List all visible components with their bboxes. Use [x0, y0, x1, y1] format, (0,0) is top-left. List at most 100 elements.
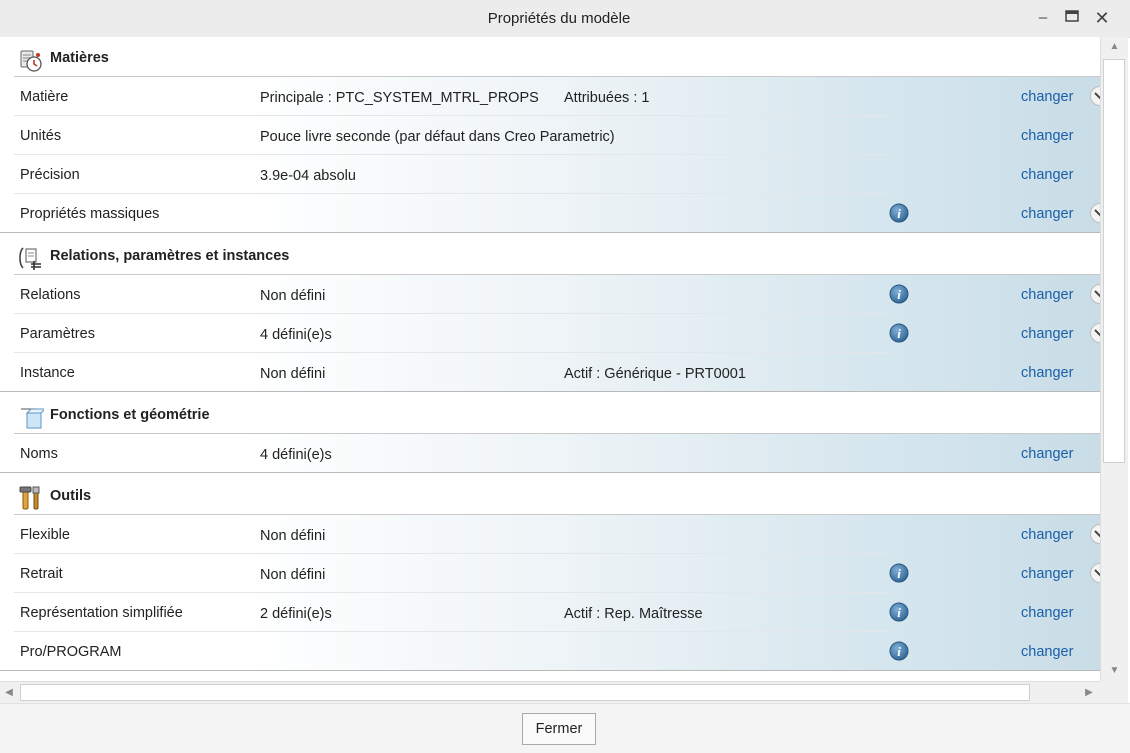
scroll-right-icon[interactable]: ▶ — [1078, 682, 1100, 703]
property-row-flexible: Flexible Non défini changer — [0, 515, 1100, 554]
property-extra: Attribuées : 1 — [564, 90, 650, 106]
change-link[interactable]: changer — [1021, 128, 1073, 144]
section-header-matieres: Matières — [0, 37, 1100, 77]
svg-text:i: i — [897, 644, 901, 659]
section-title: Outils — [50, 488, 92, 504]
scroll-down-icon[interactable]: ▼ — [1101, 661, 1128, 681]
svg-text:i: i — [897, 206, 901, 221]
change-link[interactable]: changer — [1021, 566, 1073, 582]
property-label: Précision — [20, 167, 80, 183]
info-icon[interactable]: i — [889, 602, 909, 622]
property-label: Retrait — [20, 566, 63, 582]
property-row-proprietes-massiques: Propriétés massiques i changer — [0, 194, 1100, 233]
section-title: Relations, paramètres et instances — [50, 248, 290, 264]
row-divider — [0, 391, 1100, 392]
scroll-left-icon[interactable]: ◀ — [0, 682, 18, 703]
close-button[interactable]: Fermer — [522, 713, 596, 745]
properties-list: Matières Matière Principale : PTC_SYSTEM_M… — [0, 37, 1100, 681]
row-divider — [0, 670, 1100, 671]
section-title: Fonctions et géométrie — [50, 407, 210, 423]
relations-icon — [18, 245, 44, 271]
property-label: Propriétés massiques — [20, 206, 160, 222]
change-link[interactable]: changer — [1021, 287, 1073, 303]
svg-text:i: i — [897, 326, 901, 341]
property-label: Représentation simplifiée — [20, 605, 183, 621]
chevron-down-icon[interactable] — [1090, 284, 1100, 304]
property-row-parametres: Paramètres 4 défini(e)s i changer — [0, 314, 1100, 353]
property-value: Non défini — [260, 528, 326, 544]
property-row-instance: Instance Non défini Actif : Générique - PR… — [0, 353, 1100, 392]
vertical-scroll-thumb[interactable] — [1103, 59, 1125, 463]
section-header-relations-parametres-et-instances: Relations, paramètres et instances — [0, 235, 1100, 275]
scroll-up-icon[interactable]: ▲ — [1101, 37, 1128, 57]
chevron-down-icon[interactable] — [1090, 323, 1100, 343]
property-value: 4 défini(e)s — [260, 327, 332, 343]
property-label: Pro/PROGRAM — [20, 644, 122, 660]
property-value: 2 défini(e)s — [260, 606, 332, 622]
property-label: Matière — [20, 89, 69, 105]
info-icon[interactable]: i — [889, 284, 909, 304]
section-header-fonctions-et-geometrie: Fonctions et géométrie — [0, 394, 1100, 434]
property-label: Flexible — [20, 527, 70, 543]
change-link[interactable]: changer — [1021, 644, 1073, 660]
change-link[interactable]: changer — [1021, 89, 1073, 105]
property-row-noms: Noms 4 défini(e)s changer — [0, 434, 1100, 473]
change-link[interactable]: changer — [1021, 605, 1073, 621]
property-label: Relations — [20, 287, 81, 303]
section-header-outils: Outils — [0, 475, 1100, 515]
property-value: Non défini — [260, 567, 326, 583]
change-link[interactable]: changer — [1021, 365, 1073, 381]
close-icon[interactable]: ✕ — [1093, 9, 1111, 27]
property-row-relations: Relations Non défini i changer — [0, 275, 1100, 314]
change-link[interactable]: changer — [1021, 326, 1073, 342]
svg-text:i: i — [897, 566, 901, 581]
info-icon[interactable]: i — [889, 203, 909, 223]
svg-text:i: i — [897, 287, 901, 302]
property-extra: Actif : Rep. Maîtresse — [564, 606, 703, 622]
maximize-icon[interactable] — [1063, 9, 1081, 27]
section-title: Matières — [50, 50, 109, 66]
materials-icon — [18, 47, 44, 73]
property-row-matiere: Matière Principale : PTC_SYSTEM_MTRL_PROP… — [0, 77, 1100, 116]
title-bar: Propriétés du modèle – ✕ — [0, 0, 1130, 38]
property-extra: Actif : Générique - PRT0001 — [564, 366, 746, 382]
info-icon[interactable]: i — [889, 323, 909, 343]
vertical-scrollbar[interactable]: ▲ ▼ — [1100, 37, 1128, 681]
window-title: Propriétés du modèle — [487, 10, 631, 27]
row-divider — [0, 472, 1100, 473]
info-icon[interactable]: i — [889, 641, 909, 661]
row-divider — [0, 232, 1100, 233]
change-link[interactable]: changer — [1021, 167, 1073, 183]
chevron-down-icon[interactable] — [1090, 203, 1100, 223]
property-value: Principale : PTC_SYSTEM_MTRL_PROPS — [260, 90, 539, 106]
property-row-pro-program: Pro/PROGRAM i changer — [0, 632, 1100, 671]
tools-icon — [18, 485, 44, 511]
change-link[interactable]: changer — [1021, 446, 1073, 462]
dialog-footer: Fermer — [0, 703, 1130, 753]
svg-text:i: i — [897, 605, 901, 620]
property-row-retrait: Retrait Non défini i changer — [0, 554, 1100, 593]
property-label: Paramètres — [20, 326, 95, 342]
horizontal-scrollbar[interactable]: ◀ ▶ — [0, 681, 1100, 703]
property-value: 3.9e-04 absolu — [260, 168, 356, 184]
info-icon[interactable]: i — [889, 563, 909, 583]
property-label: Noms — [20, 446, 58, 462]
horizontal-scroll-thumb[interactable] — [20, 684, 1030, 701]
property-value: Pouce livre seconde (par défaut dans Cre… — [260, 129, 615, 145]
minimize-icon[interactable]: – — [1034, 9, 1052, 27]
property-row-unites: Unités Pouce livre seconde (par défaut da… — [0, 116, 1100, 155]
chevron-down-icon[interactable] — [1090, 563, 1100, 583]
property-row-representation-simplifiee: Représentation simplifiée 2 défini(e)s Act… — [0, 593, 1100, 632]
change-link[interactable]: changer — [1021, 206, 1073, 222]
change-link[interactable]: changer — [1021, 527, 1073, 543]
features-geometry-icon — [18, 404, 47, 430]
property-value: 4 défini(e)s — [260, 447, 332, 463]
property-label: Unités — [20, 128, 62, 144]
property-value: Non défini — [260, 288, 326, 304]
property-row-precision: Précision 3.9e-04 absolu changer — [0, 155, 1100, 194]
property-value: Non défini — [260, 366, 326, 382]
property-label: Instance — [20, 365, 75, 381]
chevron-down-icon[interactable] — [1090, 524, 1100, 544]
chevron-down-icon[interactable] — [1090, 86, 1100, 106]
scrollbar-corner — [1100, 681, 1128, 703]
